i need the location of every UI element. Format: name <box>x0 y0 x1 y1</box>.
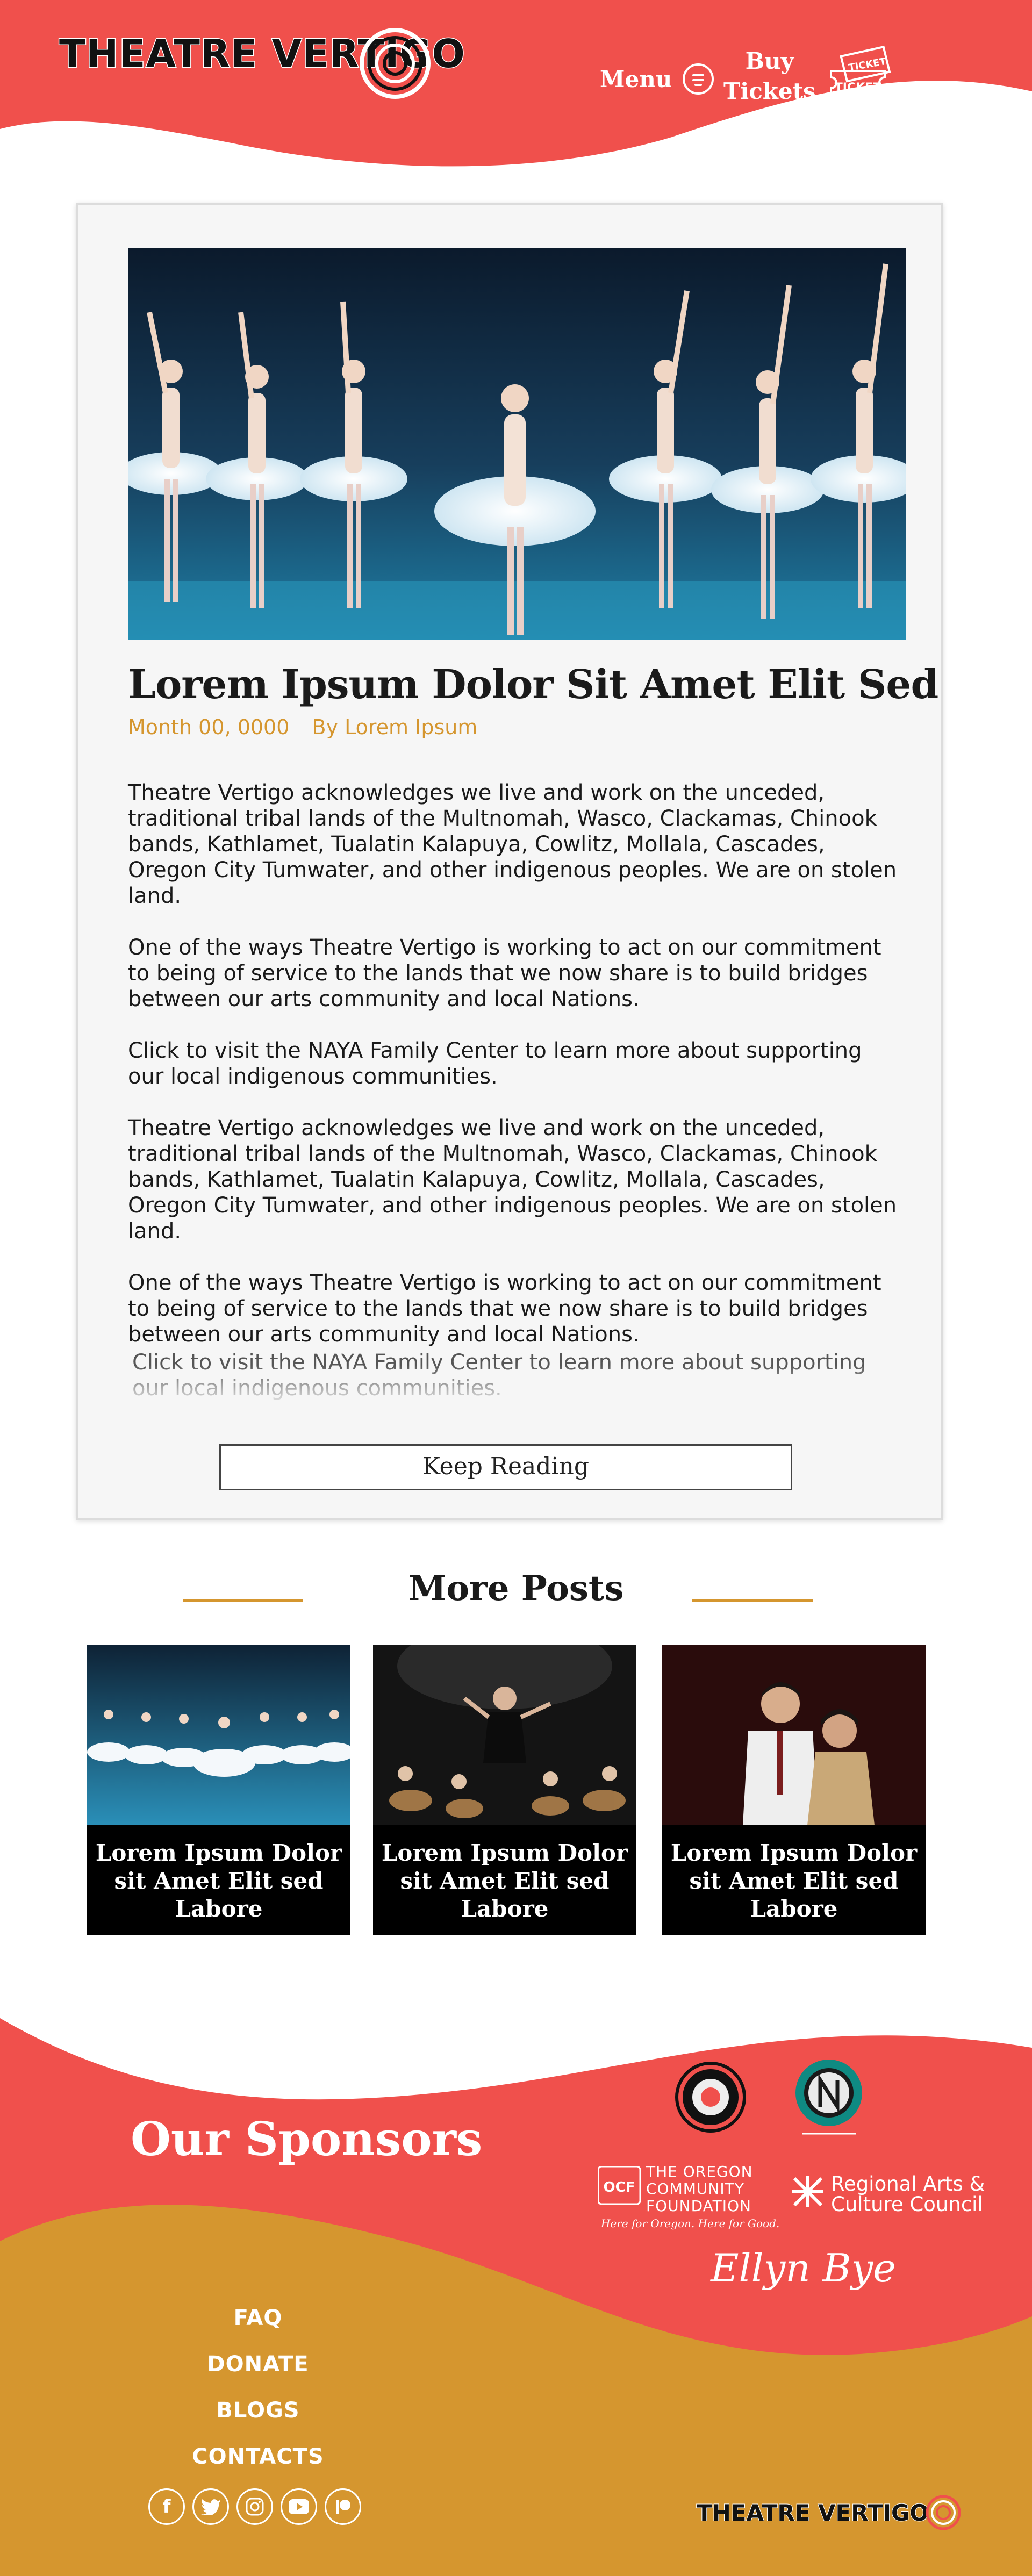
hamburger-icon <box>683 63 714 95</box>
post-title: Lorem Ipsum Dolor sit Amet Elit sed Labo… <box>95 1840 342 1922</box>
sponsor-cider-logo[interactable] <box>673 2060 748 2135</box>
ocf-line: FOUNDATION <box>646 2197 751 2215</box>
footer-logo[interactable]: THEATRE VERTIGO <box>696 2494 962 2531</box>
post-title: Lorem Ipsum Dolor sit Amet Elit sed Labo… <box>381 1840 628 1922</box>
menu-label: Menu <box>600 66 672 92</box>
buy-tickets-button[interactable]: Buy Tickets TICKET TICKET <box>723 44 895 109</box>
social-links: f <box>148 2488 361 2525</box>
article-author: By Lorem Ipsum <box>312 715 478 739</box>
article-paragraph: One of the ways Theatre Vertigo is worki… <box>128 1271 882 1347</box>
ocf-line: THE OREGON <box>646 2163 753 2180</box>
logo-spiral-icon <box>360 28 431 99</box>
ticket-icon: TICKET TICKET <box>829 45 891 99</box>
article-paragraph-link[interactable]: Click to visit the NAYA Family Center to… <box>128 1038 902 1089</box>
site-header: THEATRE VERTIGO Menu Buy Tickets TICKET … <box>0 0 1032 177</box>
footer-nav: FAQ DONATE BLOGS CONTACTS <box>0 2295 516 2480</box>
sponsor-racc-name[interactable]: Regional Arts & Culture Council <box>831 2174 985 2215</box>
footer-logo-spiral-icon <box>926 2495 961 2530</box>
ocf-abbr: OCF <box>604 2179 635 2195</box>
article-body: Theatre Vertigo acknowledges we live and… <box>128 780 902 1373</box>
footer-link-faq[interactable]: FAQ <box>0 2295 516 2341</box>
footer-link-contacts[interactable]: CONTACTS <box>0 2434 516 2480</box>
more-posts-heading: More Posts <box>408 1568 624 1609</box>
site-footer: Our Sponsors OCF THE OREGON COMMUNITY FO… <box>0 1989 1032 2576</box>
keep-reading-button[interactable]: Keep Reading <box>219 1444 792 1490</box>
youtube-icon[interactable] <box>281 2488 317 2525</box>
patreon-icon[interactable] <box>325 2488 361 2525</box>
post-title: Lorem Ipsum Dolor sit Amet Elit sed Labo… <box>670 1840 918 1922</box>
footer-link-donate[interactable]: DONATE <box>0 2341 516 2387</box>
sponsor-ocf-logo-icon[interactable]: OCF <box>598 2166 641 2205</box>
more-posts-divider-right <box>692 1599 813 1602</box>
buy-label: Buy <box>745 48 794 74</box>
article-card: Lorem Ipsum Dolor Sit Amet Elit Sed Mont… <box>76 203 943 1520</box>
site-logo[interactable]: THEATRE VERTIGO <box>59 28 465 99</box>
ballet-photo <box>128 248 906 640</box>
article-paragraph: Theatre Vertigo acknowledges we live and… <box>128 780 897 908</box>
ticket-icon-text: TICKET <box>834 81 880 95</box>
footer-link-blogs[interactable]: BLOGS <box>0 2387 516 2434</box>
racc-line: Regional Arts & <box>831 2172 985 2195</box>
sponsor-ocf-tagline: Here for Oregon. Here for Good. <box>601 2217 780 2230</box>
article-paragraph: Theatre Vertigo acknowledges we live and… <box>128 1116 897 1244</box>
racc-line: Culture Council <box>831 2193 983 2216</box>
sponsor-ballet-logo[interactable] <box>791 2057 866 2138</box>
facebook-icon[interactable]: f <box>148 2488 185 2525</box>
tickets-label: Tickets <box>723 78 816 104</box>
twitter-icon[interactable] <box>192 2488 229 2525</box>
menu-button[interactable]: Menu <box>600 63 714 95</box>
article-meta: Month 00, 0000 By Lorem Ipsum <box>128 715 477 739</box>
article-date: Month 00, 0000 <box>128 715 290 739</box>
article-paragraph: One of the ways Theatre Vertigo is worki… <box>128 935 882 1011</box>
post-card[interactable]: Lorem Ipsum Dolor sit Amet Elit sed Labo… <box>373 1645 636 1935</box>
article-title: Lorem Ipsum Dolor Sit Amet Elit Sed <box>128 662 938 708</box>
post-image-ballet <box>87 1645 350 1825</box>
article-hero-image <box>128 248 906 640</box>
post-image-actors <box>662 1645 926 1825</box>
sponsors-heading: Our Sponsors <box>131 2112 483 2166</box>
post-card[interactable]: Lorem Ipsum Dolor sit Amet Elit sed Labo… <box>662 1645 926 1935</box>
post-card[interactable]: Lorem Ipsum Dolor sit Amet Elit sed Labo… <box>87 1645 350 1935</box>
footer-logo-wordmark: THEATRE VERTIGO <box>696 2499 929 2527</box>
sponsor-racc-icon[interactable] <box>790 2174 826 2209</box>
sponsor-ocf-name[interactable]: THE OREGON COMMUNITY FOUNDATION <box>646 2163 753 2215</box>
instagram-icon[interactable] <box>236 2488 273 2525</box>
article-faded-paragraph[interactable]: Click to visit the NAYA Family Center to… <box>128 1350 907 1401</box>
post-image-orchestra <box>373 1645 636 1825</box>
ocf-line: COMMUNITY <box>646 2180 744 2198</box>
sponsor-ellyn-bye[interactable]: Ellyn Bye <box>711 2245 896 2291</box>
